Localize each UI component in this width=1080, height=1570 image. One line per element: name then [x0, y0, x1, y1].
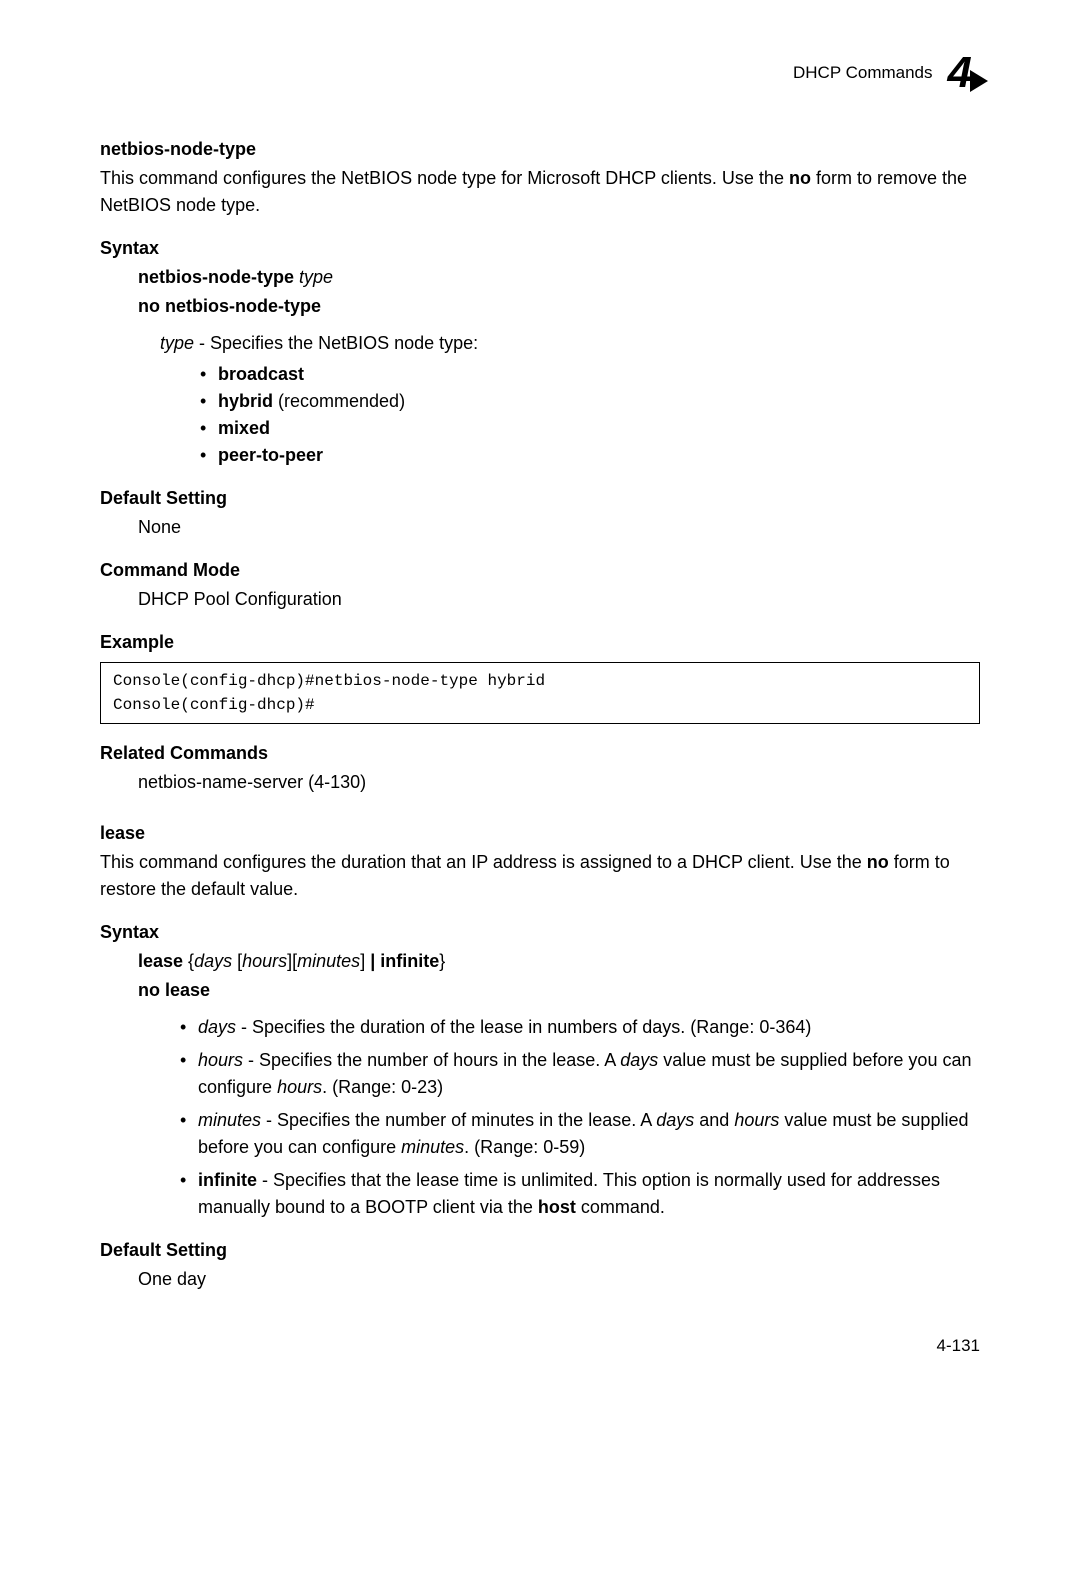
param-desc: and	[694, 1110, 734, 1130]
syntax-line: no netbios-node-type	[138, 293, 980, 320]
syntax-cmd: netbios-node-type	[138, 267, 299, 287]
list-item: days - Specifies the duration of the lea…	[180, 1014, 980, 1041]
type-value: mixed	[218, 418, 270, 438]
param-desc: - Specifies the duration of the lease in…	[236, 1017, 811, 1037]
list-item: minutes - Specifies the number of minute…	[180, 1107, 980, 1161]
param-desc: - Specifies the number of hours in the l…	[243, 1050, 620, 1070]
syntax-arg: minutes	[297, 951, 360, 971]
syntax-punct: ][	[287, 951, 297, 971]
param-ref: days	[620, 1050, 658, 1070]
default-setting-value: One day	[138, 1266, 980, 1293]
param-desc: command.	[576, 1197, 665, 1217]
list-item: mixed	[200, 415, 980, 442]
syntax-arg: type	[299, 267, 333, 287]
param-arg: hours	[198, 1050, 243, 1070]
example-code-block: Console(config-dhcp)#netbios-node-type h…	[100, 662, 980, 724]
param-list: days - Specifies the duration of the lea…	[100, 1014, 980, 1221]
param-ref: days	[656, 1110, 694, 1130]
list-item: hybrid (recommended)	[200, 388, 980, 415]
param-desc: . (Range: 0-59)	[464, 1137, 585, 1157]
type-note: (recommended)	[273, 391, 405, 411]
syntax-punct: [	[232, 951, 242, 971]
syntax-punct: |	[370, 951, 380, 971]
command-title-netbios: netbios-node-type	[100, 136, 980, 163]
chapter-number-icon: 4	[948, 40, 980, 106]
param-ref: hours	[277, 1077, 322, 1097]
type-value: peer-to-peer	[218, 445, 323, 465]
param-desc: - Specifies the number of minutes in the…	[261, 1110, 656, 1130]
param-ref: hours	[734, 1110, 779, 1130]
param-arg: minutes	[198, 1110, 261, 1130]
param-arg: days	[198, 1017, 236, 1037]
syntax-label: Syntax	[100, 919, 980, 946]
param-desc: . (Range: 0-23)	[322, 1077, 443, 1097]
command-description: This command configures the NetBIOS node…	[100, 165, 980, 219]
syntax-line: lease {days [hours][minutes] | infinite}	[138, 948, 980, 975]
param-ref: minutes	[401, 1137, 464, 1157]
command-title-lease: lease	[100, 820, 980, 847]
syntax-punct: ]	[360, 951, 370, 971]
syntax-cmd: lease	[138, 951, 183, 971]
command-mode-label: Command Mode	[100, 557, 980, 584]
type-value: hybrid	[218, 391, 273, 411]
no-keyword: no	[867, 852, 889, 872]
desc-text: This command configures the NetBIOS node…	[100, 168, 789, 188]
command-description: This command configures the duration tha…	[100, 849, 980, 903]
default-setting-value: None	[138, 514, 980, 541]
syntax-arg: days	[194, 951, 232, 971]
default-setting-label: Default Setting	[100, 485, 980, 512]
type-description: type - Specifies the NetBIOS node type:	[160, 330, 980, 357]
header-section-title: DHCP Commands	[793, 60, 933, 86]
list-item: peer-to-peer	[200, 442, 980, 469]
desc-text: This command configures the duration tha…	[100, 852, 867, 872]
page-header: DHCP Commands 4	[100, 40, 980, 106]
arg-name: type	[160, 333, 194, 353]
related-command-value: netbios-name-server (4-130)	[138, 769, 980, 796]
param-arg: infinite	[198, 1170, 257, 1190]
syntax-line: netbios-node-type type	[138, 264, 980, 291]
list-item: infinite - Specifies that the lease time…	[180, 1167, 980, 1221]
syntax-keyword: infinite	[380, 951, 439, 971]
syntax-label: Syntax	[100, 235, 980, 262]
no-keyword: no	[789, 168, 811, 188]
param-ref: host	[538, 1197, 576, 1217]
syntax-line: no lease	[138, 977, 980, 1004]
syntax-punct: }	[439, 951, 445, 971]
node-type-list: broadcast hybrid (recommended) mixed pee…	[100, 361, 980, 469]
list-item: broadcast	[200, 361, 980, 388]
example-label: Example	[100, 629, 980, 656]
syntax-arg: hours	[242, 951, 287, 971]
list-item: hours - Specifies the number of hours in…	[180, 1047, 980, 1101]
page-number: 4-131	[100, 1333, 980, 1359]
type-value: broadcast	[218, 364, 304, 384]
command-mode-value: DHCP Pool Configuration	[138, 586, 980, 613]
default-setting-label: Default Setting	[100, 1237, 980, 1264]
syntax-punct: {	[183, 951, 194, 971]
arg-desc: - Specifies the NetBIOS node type:	[194, 333, 478, 353]
related-commands-label: Related Commands	[100, 740, 980, 767]
